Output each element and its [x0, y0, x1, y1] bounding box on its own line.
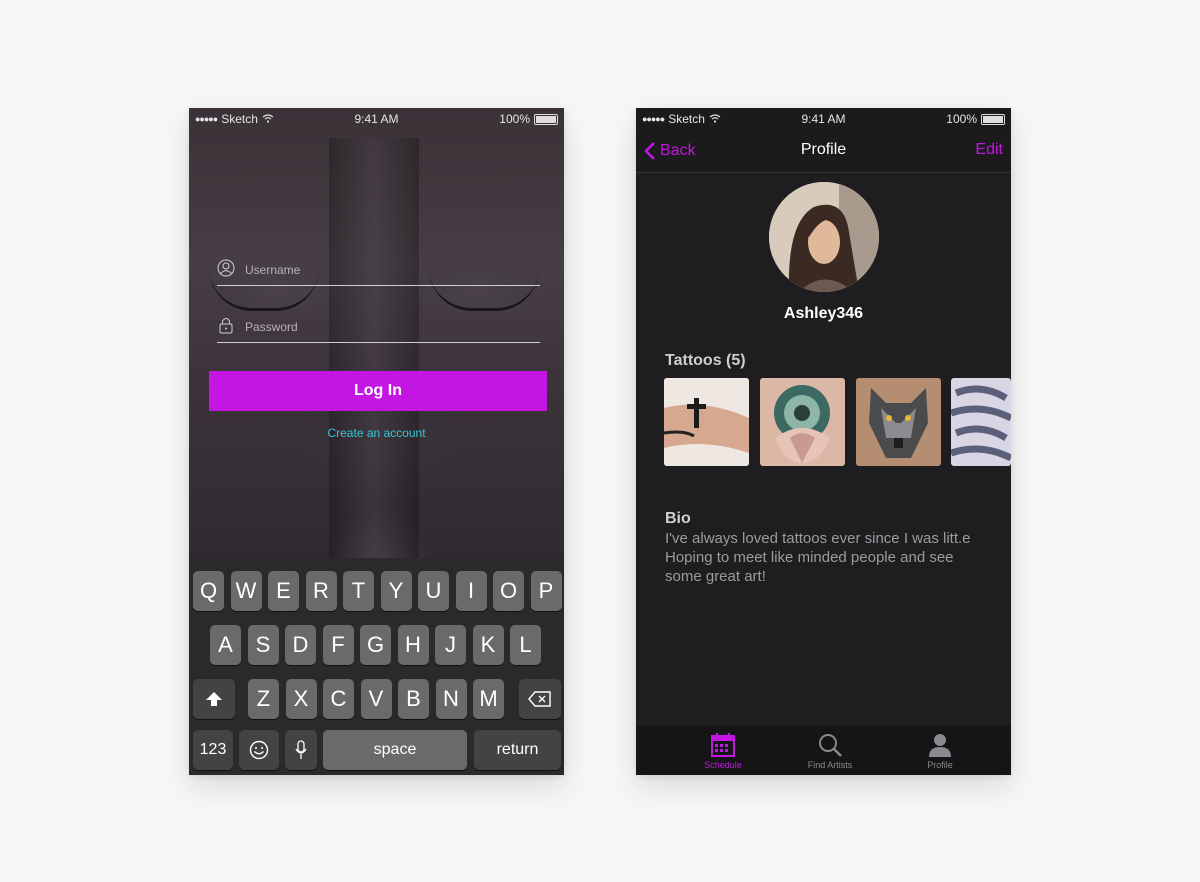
navigation-bar: Back Profile Edit — [636, 130, 1011, 173]
key-e[interactable]: E — [268, 571, 299, 611]
key-x[interactable]: X — [285, 679, 317, 719]
key-w[interactable]: W — [230, 571, 262, 611]
battery-icon — [981, 113, 1005, 125]
key-r[interactable]: R — [305, 571, 337, 611]
key-f[interactable]: F — [322, 625, 354, 665]
key-n[interactable]: N — [435, 679, 467, 719]
numbers-key[interactable]: 123 — [193, 730, 233, 770]
key-a[interactable]: A — [210, 625, 241, 665]
key-k[interactable]: K — [472, 625, 504, 665]
tab-label: Profile — [927, 760, 953, 770]
password-placeholder: Password — [245, 320, 298, 334]
key-o[interactable]: O — [493, 571, 524, 611]
tattoo-thumbnail[interactable] — [856, 378, 941, 466]
tattoos-heading: Tattoos (5) — [665, 352, 746, 369]
key-z[interactable]: Z — [248, 679, 279, 719]
key-i[interactable]: I — [455, 571, 487, 611]
keyboard: QWERTYUIOP ASDFGHJKL ZXCVBNM 123 space ret… — [189, 558, 564, 775]
shift-key[interactable] — [193, 679, 235, 719]
profile-screen: ●●●●● Sketch 9:41 AM 100% Back Profile Ed… — [636, 108, 1011, 775]
delete-key[interactable] — [519, 679, 561, 719]
return-key[interactable]: return — [474, 730, 561, 770]
lock-icon — [219, 318, 233, 334]
login-button[interactable]: Log In — [209, 371, 547, 411]
avatar — [769, 182, 879, 292]
emoji-key[interactable] — [239, 730, 279, 770]
key-m[interactable]: M — [473, 679, 504, 719]
tab-find-artists[interactable]: Find Artists — [780, 732, 880, 770]
search-icon — [819, 734, 842, 757]
microphone-icon — [295, 740, 307, 759]
key-h[interactable]: H — [397, 625, 429, 665]
calendar-icon — [711, 733, 735, 757]
key-t[interactable]: T — [343, 571, 374, 611]
page-title: Profile — [800, 141, 847, 158]
tab-schedule[interactable]: Schedule — [673, 732, 773, 770]
status-bar: ●●●●● Sketch 9:41 AM 100% — [189, 108, 564, 130]
key-b[interactable]: B — [398, 679, 429, 719]
key-d[interactable]: D — [285, 625, 316, 665]
backspace-icon — [528, 691, 551, 707]
key-c[interactable]: C — [323, 679, 354, 719]
battery-percent: 100% — [499, 112, 530, 126]
key-p[interactable]: P — [530, 571, 562, 611]
key-s[interactable]: S — [247, 625, 279, 665]
bio-text: I've always loved tattoos ever since I w… — [665, 530, 971, 585]
tattoo-thumbnail[interactable] — [664, 378, 749, 466]
tab-label: Find Artists — [807, 760, 853, 770]
tab-profile[interactable]: Profile — [890, 732, 990, 770]
status-bar: ●●●●● Sketch 9:41 AM 100% — [636, 108, 1011, 130]
key-q[interactable]: Q — [193, 571, 224, 611]
profile-username: Ashley346 — [783, 305, 864, 322]
emoji-icon — [249, 740, 269, 760]
password-field[interactable]: Password — [217, 312, 540, 343]
tab-bar: Schedule Find Artists Profile — [636, 726, 1011, 775]
edit-button[interactable]: Edit — [975, 141, 1003, 159]
key-l[interactable]: L — [510, 625, 541, 665]
shift-icon — [206, 692, 222, 706]
battery-percent: 100% — [946, 112, 977, 126]
key-y[interactable]: Y — [380, 571, 412, 611]
key-v[interactable]: V — [360, 679, 392, 719]
create-account-link[interactable]: Create an account — [189, 426, 564, 440]
tattoo-thumbnail[interactable] — [951, 378, 1011, 466]
microphone-key[interactable] — [285, 730, 317, 770]
user-icon — [217, 259, 235, 277]
space-key[interactable]: space — [323, 730, 467, 770]
key-u[interactable]: U — [418, 571, 449, 611]
key-j[interactable]: J — [435, 625, 466, 665]
login-screen: ●●●●● Sketch 9:41 AM 100% Username Passwo… — [189, 108, 564, 775]
person-icon — [929, 734, 951, 757]
username-placeholder: Username — [245, 263, 301, 277]
tab-label: Schedule — [704, 760, 742, 770]
bio-heading: Bio — [665, 510, 691, 527]
username-field[interactable]: Username — [217, 255, 540, 286]
battery-icon — [534, 113, 558, 125]
key-g[interactable]: G — [360, 625, 391, 665]
tattoo-thumbnail[interactable] — [760, 378, 845, 466]
